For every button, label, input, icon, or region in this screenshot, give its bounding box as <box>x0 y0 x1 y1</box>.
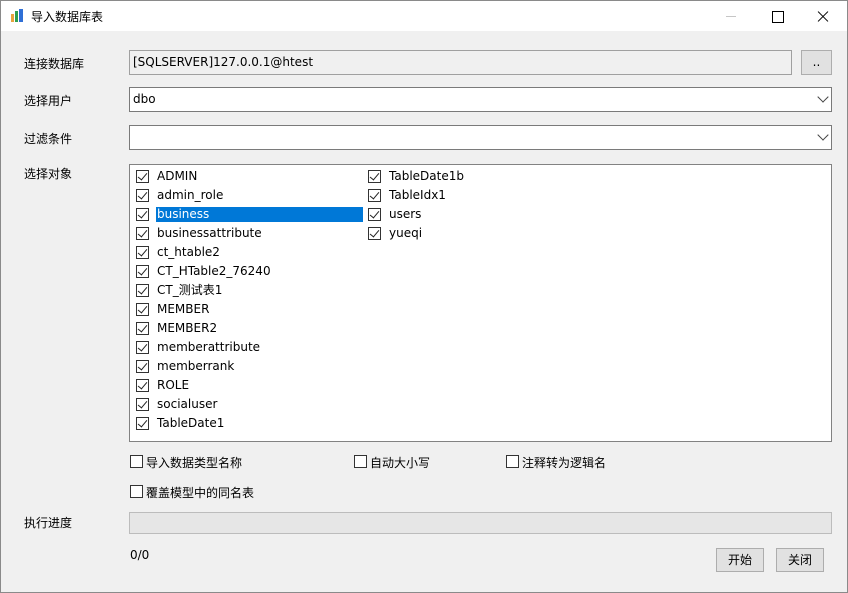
object-checkbox[interactable] <box>368 170 381 183</box>
list-item[interactable]: TableIdx1 <box>367 186 547 205</box>
list-item[interactable]: ADMIN <box>135 167 365 186</box>
auto-case-label: 自动大小写 <box>370 456 431 470</box>
object-checkbox[interactable] <box>136 189 149 202</box>
import-type-name-checkbox[interactable] <box>130 455 143 468</box>
object-checkbox[interactable] <box>368 189 381 202</box>
object-label: socialuser <box>157 397 218 411</box>
list-item[interactable]: ROLE <box>135 376 365 395</box>
object-label: ct_htable2 <box>157 245 220 259</box>
overwrite-same-name-label: 覆盖模型中的同名表 <box>146 486 255 500</box>
maximize-icon[interactable] <box>754 1 800 31</box>
title-bar[interactable]: 导入数据库表 <box>1 1 847 31</box>
browse-button[interactable]: .. <box>801 50 832 75</box>
list-item[interactable]: TableDate1b <box>367 167 547 186</box>
list-item[interactable]: MEMBER2 <box>135 319 365 338</box>
filter-select[interactable] <box>129 125 832 150</box>
object-checkbox[interactable] <box>136 208 149 221</box>
object-checkbox[interactable] <box>136 322 149 335</box>
object-label: TableDate1b <box>389 169 464 183</box>
list-item[interactable]: CT_测试表1 <box>135 281 365 300</box>
import-type-name-label: 导入数据类型名称 <box>146 456 243 470</box>
list-item[interactable]: business <box>135 205 365 224</box>
list-item[interactable]: businessattribute <box>135 224 365 243</box>
list-item[interactable]: socialuser <box>135 395 365 414</box>
list-item[interactable]: CT_HTable2_76240 <box>135 262 365 281</box>
object-label: ROLE <box>157 378 190 392</box>
object-checkbox[interactable] <box>368 208 381 221</box>
object-label: business <box>156 207 363 222</box>
close-icon[interactable] <box>800 1 846 31</box>
object-checkbox[interactable] <box>136 246 149 259</box>
object-label: TableDate1 <box>157 416 225 430</box>
start-button[interactable]: 开始 <box>716 548 764 572</box>
object-label: memberattribute <box>157 340 261 354</box>
object-checkbox[interactable] <box>136 265 149 278</box>
list-item[interactable]: users <box>367 205 547 224</box>
progress-bar <box>129 512 832 534</box>
minimize-icon[interactable] <box>708 1 754 31</box>
list-item[interactable]: yueqi <box>367 224 547 243</box>
object-checkbox[interactable] <box>136 379 149 392</box>
object-label: businessattribute <box>157 226 262 240</box>
object-label: CT_HTable2_76240 <box>157 264 271 278</box>
objects-label: 选择对象 <box>24 167 73 181</box>
app-icon <box>10 9 24 23</box>
db-connection-field: [SQLSERVER]127.0.0.1@htest <box>129 50 792 75</box>
list-item[interactable]: memberrank <box>135 357 365 376</box>
object-label: users <box>389 207 422 221</box>
progress-label: 执行进度 <box>24 516 73 530</box>
filter-label: 过滤条件 <box>24 132 73 146</box>
chevron-down-icon <box>817 129 829 141</box>
list-item[interactable]: MEMBER <box>135 300 365 319</box>
objects-checked-list[interactable]: ADMIN admin_role business businessattribute… <box>129 164 832 442</box>
object-checkbox[interactable] <box>136 341 149 354</box>
list-item[interactable]: TableDate1 <box>135 414 365 433</box>
object-label: TableIdx1 <box>389 188 446 202</box>
db-label: 连接数据库 <box>24 57 85 71</box>
user-select[interactable]: dbo <box>129 87 832 112</box>
progress-count: 0/0 <box>130 548 150 562</box>
object-label: CT_测试表1 <box>157 283 223 297</box>
object-label: yueqi <box>389 226 423 240</box>
object-checkbox[interactable] <box>136 227 149 240</box>
list-item[interactable]: admin_role <box>135 186 365 205</box>
object-checkbox[interactable] <box>136 417 149 430</box>
object-checkbox[interactable] <box>136 398 149 411</box>
comment-to-logical-checkbox[interactable] <box>506 455 519 468</box>
list-item[interactable]: memberattribute <box>135 338 365 357</box>
object-checkbox[interactable] <box>368 227 381 240</box>
object-label: memberrank <box>157 359 235 373</box>
objects-column-1: ADMIN admin_role business businessattribute… <box>135 167 365 433</box>
user-label: 选择用户 <box>24 94 73 108</box>
import-db-tables-window: 导入数据库表 连接数据库 [SQLSERVER]127.0.0.1@htest … <box>0 0 848 593</box>
comment-to-logical-label: 注释转为逻辑名 <box>522 456 607 470</box>
object-label: ADMIN <box>157 169 198 183</box>
list-item[interactable]: ct_htable2 <box>135 243 365 262</box>
object-checkbox[interactable] <box>136 303 149 316</box>
auto-case-checkbox[interactable] <box>354 455 367 468</box>
user-select-value: dbo <box>133 92 156 106</box>
objects-column-2: TableDate1b TableIdx1 users yueqi <box>367 167 547 243</box>
object-checkbox[interactable] <box>136 360 149 373</box>
object-label: admin_role <box>157 188 224 202</box>
chevron-down-icon <box>817 91 829 103</box>
window-title: 导入数据库表 <box>31 10 104 24</box>
object-label: MEMBER2 <box>157 321 218 335</box>
object-checkbox[interactable] <box>136 284 149 297</box>
close-button[interactable]: 关闭 <box>776 548 824 572</box>
object-checkbox[interactable] <box>136 170 149 183</box>
overwrite-same-name-checkbox[interactable] <box>130 485 143 498</box>
object-label: MEMBER <box>157 302 210 316</box>
